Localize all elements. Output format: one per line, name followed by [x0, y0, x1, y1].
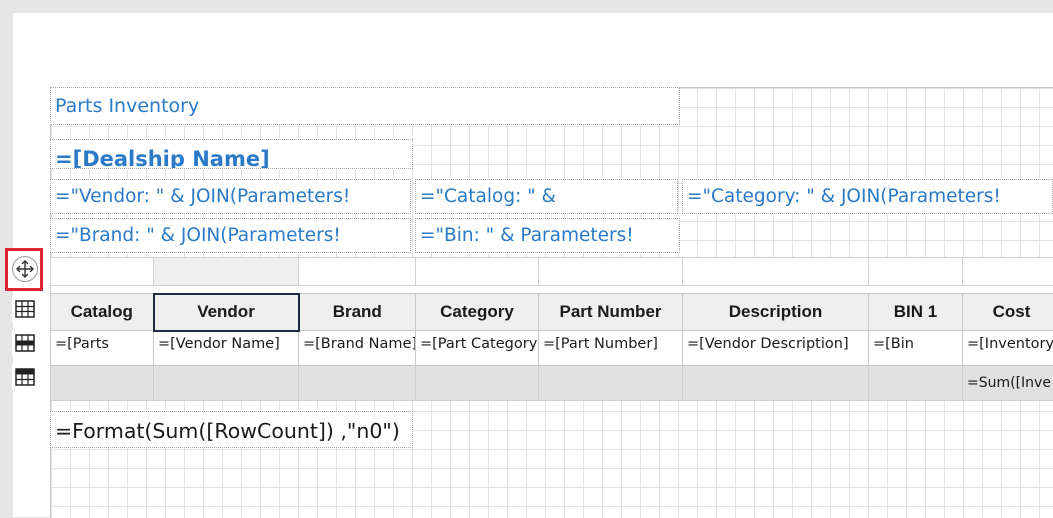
total-cell[interactable]: [683, 366, 869, 401]
rowcount-textbox[interactable]: =Format(Sum([RowCount]) ,"n0"): [50, 411, 413, 448]
column-handle[interactable]: [539, 258, 683, 286]
total-cell[interactable]: [299, 366, 416, 401]
header-cell-catalog[interactable]: Catalog: [51, 294, 154, 331]
category-parameter-textbox[interactable]: ="Category: " & JOIN(Parameters!: [682, 179, 1053, 214]
table-column-icon[interactable]: [12, 364, 38, 390]
column-handle[interactable]: [154, 258, 299, 286]
detail-cell-category[interactable]: =[Part Category]: [416, 331, 539, 366]
table-header-row[interactable]: Catalog Vendor Brand Category Part Numbe…: [51, 294, 1053, 331]
total-cell[interactable]: [869, 366, 963, 401]
table-gap-row: [51, 286, 1053, 294]
header-cell-bin1[interactable]: BIN 1: [869, 294, 963, 331]
header-cell-brand[interactable]: Brand: [299, 294, 416, 331]
total-cell[interactable]: [539, 366, 683, 401]
column-handle[interactable]: [299, 258, 416, 286]
header-cell-vendor[interactable]: Vendor: [154, 294, 299, 331]
table-column-handles-row[interactable]: [51, 258, 1053, 286]
vendor-parameter-textbox[interactable]: ="Vendor: " & JOIN(Parameters!: [50, 179, 411, 214]
total-cell-cost[interactable]: =Sum([Inve: [963, 366, 1053, 401]
column-handle[interactable]: [869, 258, 963, 286]
header-cell-description[interactable]: Description: [683, 294, 869, 331]
header-cell-cost[interactable]: Cost: [963, 294, 1053, 331]
column-handle[interactable]: [51, 258, 154, 286]
dealship-name-textbox[interactable]: =[Dealship Name]: [50, 139, 413, 169]
total-cell[interactable]: [154, 366, 299, 401]
header-cell-part-number[interactable]: Part Number: [539, 294, 683, 331]
detail-cell-vendor[interactable]: =[Vendor Name]: [154, 331, 299, 366]
detail-cell-catalog[interactable]: =[Parts: [51, 331, 154, 366]
table-row-icon[interactable]: [12, 330, 38, 356]
brand-parameter-textbox[interactable]: ="Brand: " & JOIN(Parameters!: [50, 218, 411, 253]
total-cell[interactable]: [416, 366, 539, 401]
table-total-row[interactable]: =Sum([Inve: [51, 366, 1053, 401]
bin-parameter-textbox[interactable]: ="Bin: " & Parameters!: [415, 218, 680, 253]
header-cell-category[interactable]: Category: [416, 294, 539, 331]
table-select-icon[interactable]: [12, 296, 38, 322]
move-arrows-icon[interactable]: [12, 256, 38, 282]
detail-cell-description[interactable]: =[Vendor Description]: [683, 331, 869, 366]
report-title-textbox[interactable]: Parts Inventory: [50, 87, 680, 125]
detail-cell-cost[interactable]: =[Inventory: [963, 331, 1053, 366]
total-cell[interactable]: [51, 366, 154, 401]
column-handle[interactable]: [963, 258, 1053, 286]
detail-cell-part-number[interactable]: =[Part Number]: [539, 331, 683, 366]
detail-cell-brand[interactable]: =[Brand Name]: [299, 331, 416, 366]
detail-cell-bin[interactable]: =[Bin: [869, 331, 963, 366]
table-detail-row[interactable]: =[Parts =[Vendor Name] =[Brand Name] =[P…: [51, 331, 1053, 366]
parts-table[interactable]: Catalog Vendor Brand Category Part Numbe…: [50, 257, 1053, 401]
column-handle[interactable]: [683, 258, 869, 286]
table-select-toolbar: [12, 296, 40, 400]
column-handle[interactable]: [416, 258, 539, 286]
catalog-parameter-textbox[interactable]: ="Catalog: " &: [415, 179, 678, 214]
